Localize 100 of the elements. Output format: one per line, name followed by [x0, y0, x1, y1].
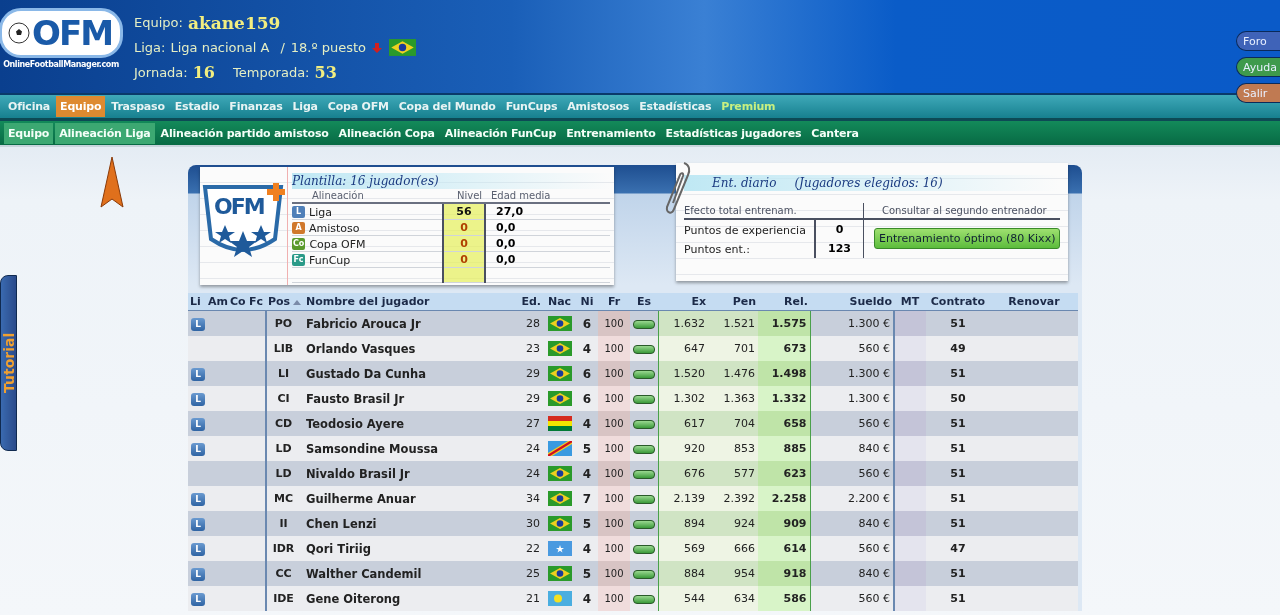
player-position: PO [274, 317, 293, 330]
column-header[interactable]: Co [228, 293, 247, 311]
player-age: 34 [526, 492, 540, 505]
nav-tab[interactable]: Equipo [56, 96, 106, 117]
player-contract: 51 [950, 442, 966, 455]
player-position: CC [275, 567, 292, 580]
player-freshness: 100 [604, 443, 624, 454]
column-header[interactable]: Pos [266, 293, 300, 311]
player-experience: 1.632 [673, 317, 705, 330]
subnav-tab[interactable]: Alineación Copa [334, 122, 439, 144]
column-header[interactable]: Fr [598, 293, 630, 311]
side-button[interactable]: Foro [1236, 31, 1280, 51]
column-header: Consultar al segundo entrenador [864, 203, 1061, 220]
nav-tab[interactable]: Oficina [4, 96, 55, 117]
column-header[interactable]: Li [188, 293, 206, 311]
nav-tab[interactable]: Premium [717, 96, 780, 117]
column-header[interactable]: Renovar [990, 293, 1078, 311]
subnav-tab[interactable]: Cantera [807, 122, 863, 144]
lineup-name: Liga [309, 205, 332, 219]
team-label: Equipo: [134, 15, 183, 30]
player-rel: 623 [783, 467, 807, 480]
training-title: Ent. diario [712, 176, 777, 190]
column-header[interactable]: Nombre del jugador [300, 293, 513, 311]
nav-tab[interactable]: Copa OFM [323, 96, 393, 117]
player-experience: 1.302 [673, 392, 705, 405]
nav-tab[interactable]: Amistosos [563, 96, 634, 117]
player-rel: 885 [783, 442, 807, 455]
lineup-badge: L [292, 205, 305, 218]
arrow-up-icon [100, 157, 124, 209]
average-age: 0,0 [485, 235, 610, 252]
player-ni: 6 [582, 391, 592, 406]
player-pen: 853 [734, 442, 755, 455]
player-position: LD [275, 442, 292, 455]
player-name: Walther Candemil [306, 566, 422, 581]
player-pen: 634 [734, 592, 755, 605]
player-name: Nivaldo Brasil Jr [306, 466, 410, 481]
nav-tab[interactable]: Finanzas [225, 96, 287, 117]
player-experience: 1.520 [673, 367, 705, 380]
player-ni: 4 [582, 416, 592, 431]
column-header[interactable]: Es [630, 293, 658, 311]
column-header[interactable]: Contrato [926, 293, 990, 311]
player-contract: 50 [950, 392, 966, 405]
column-header[interactable]: Sueldo [810, 293, 894, 311]
player-freshness: 100 [604, 343, 624, 354]
player-salary: 560 € [858, 592, 890, 605]
average-age: 27,0 [485, 203, 610, 220]
side-button[interactable]: Salir [1236, 83, 1280, 103]
player-rel: 586 [783, 592, 807, 605]
status-pill-icon [633, 319, 655, 329]
league-badge: L [191, 492, 205, 506]
column-header[interactable]: MT [894, 293, 926, 311]
player-ni: 5 [582, 441, 592, 456]
player-pen: 924 [734, 517, 755, 530]
subnav-tab[interactable]: Entrenamiento [562, 122, 660, 144]
player-pen: 577 [734, 467, 755, 480]
player-experience: 569 [684, 542, 705, 555]
player-pen: 704 [734, 417, 755, 430]
column-header[interactable]: Rel. [758, 293, 810, 311]
column-header[interactable]: Ed. [513, 293, 543, 311]
column-header[interactable]: Nac [543, 293, 576, 311]
player-salary: 840 € [858, 517, 890, 530]
side-button[interactable]: Ayuda [1236, 57, 1280, 77]
column-header[interactable]: Ex [658, 293, 708, 311]
player-age: 24 [526, 442, 540, 455]
subnav-tab[interactable]: Alineación partido amistoso [156, 122, 333, 144]
column-header[interactable]: Fc [247, 293, 266, 311]
nav-tab[interactable]: Copa del Mundo [394, 96, 500, 117]
nav-tab[interactable]: FunCups [501, 96, 562, 117]
nav-tab[interactable]: Estadísticas [635, 96, 716, 117]
tutorial-tab[interactable]: Tutorial [0, 275, 17, 451]
player-rel: 614 [783, 542, 807, 555]
status-pill-icon [633, 594, 655, 604]
selected-players: (Jugadores elegidos: 16) [794, 176, 943, 190]
nav-tab[interactable]: Estadio [170, 96, 224, 117]
team-name: akane159 [187, 12, 281, 33]
player-contract: 49 [950, 342, 966, 355]
nav-tab[interactable]: Traspaso [107, 96, 169, 117]
subnav-tab[interactable]: Alineación Liga [55, 122, 155, 144]
subnav-tab[interactable]: Equipo [4, 122, 54, 144]
status-pill-icon [633, 344, 655, 354]
column-header[interactable]: Ni [576, 293, 598, 311]
column-header[interactable]: Am [206, 293, 228, 311]
subnav-tab[interactable]: Alineación FunCup [440, 122, 561, 144]
player-pen: 2.392 [723, 492, 755, 505]
status-pill-icon [633, 544, 655, 554]
nav-tab[interactable]: Liga [288, 96, 322, 117]
player-contract: 51 [950, 567, 966, 580]
points-label: Puntos de experiencia [684, 220, 816, 239]
lineup-name: FunCup [309, 253, 351, 267]
player-freshness: 100 [604, 593, 624, 604]
league-badge: L [191, 392, 205, 406]
player-pen: 1.476 [723, 367, 755, 380]
player-rel: 1.575 [771, 317, 807, 330]
league-label: Liga: [134, 40, 166, 55]
subnav-tab[interactable]: Estadísticas jugadores [661, 122, 806, 144]
column-header[interactable]: Pen [708, 293, 758, 311]
player-freshness: 100 [604, 543, 624, 554]
player-position: LD [275, 467, 292, 480]
separator: / [280, 40, 285, 55]
optimal-training-button[interactable]: Entrenamiento óptimo (80 Kixx) [874, 228, 1061, 249]
